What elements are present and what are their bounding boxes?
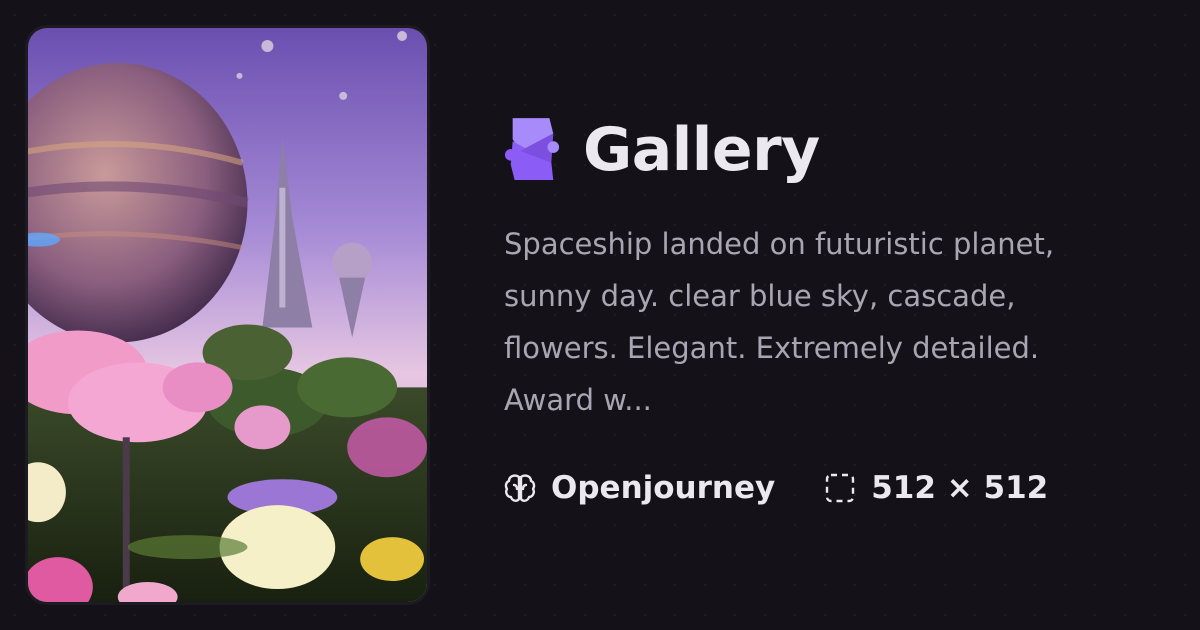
model-name: Openjourney xyxy=(551,470,776,506)
page-title: Gallery xyxy=(583,115,820,185)
header: Gallery xyxy=(503,110,820,190)
generated-image-card[interactable] xyxy=(25,25,430,605)
dashed-frame-icon xyxy=(826,473,855,503)
puzzle-s-logo-icon xyxy=(504,118,560,180)
brain-icon xyxy=(504,474,536,502)
generated-image xyxy=(28,28,427,602)
image-dimensions: 512 × 512 xyxy=(871,470,1049,506)
prompt-text: Spaceship landed on futuristic planet, s… xyxy=(504,227,1055,417)
model-info: Openjourney xyxy=(503,470,775,506)
image-metadata: Openjourney 512 × 512 xyxy=(503,466,1096,510)
size-info: 512 × 512 xyxy=(823,470,1048,506)
